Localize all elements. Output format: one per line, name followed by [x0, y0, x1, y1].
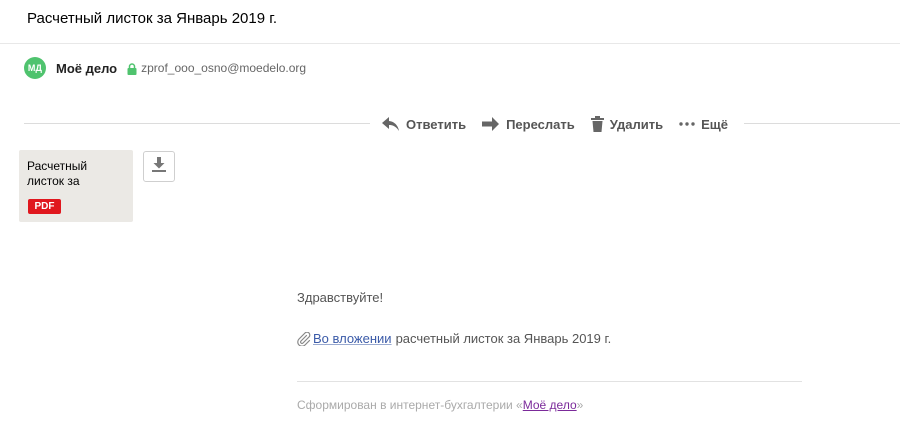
- sender-info: МД Моё дело zprof_ooo_osno@moedelo.org: [24, 57, 306, 79]
- attachment-name: Расчетный листок за: [27, 159, 88, 188]
- actions-divider-left: [24, 123, 370, 124]
- avatar[interactable]: МД: [24, 57, 46, 79]
- sender-name[interactable]: Моё дело: [56, 61, 117, 76]
- lock-icon: [127, 62, 137, 75]
- greeting-text: Здравствуйте!: [297, 290, 384, 305]
- forward-button[interactable]: Переслать: [482, 117, 575, 132]
- footer-text: Сформирован в интернет-бухгалтерии «Моё …: [297, 398, 583, 412]
- footer-suffix: »: [576, 398, 584, 412]
- actions-divider-right: [744, 123, 900, 124]
- more-button[interactable]: Ещё: [679, 117, 728, 132]
- download-button[interactable]: [143, 151, 175, 182]
- paperclip-icon: [297, 331, 311, 347]
- sender-email[interactable]: zprof_ooo_osno@moedelo.org: [141, 61, 306, 75]
- message-subject: Расчетный листок за Январь 2019 г.: [27, 10, 278, 27]
- reply-icon: [382, 117, 400, 131]
- footer-prefix: Сформирован в интернет-бухгалтерии «: [297, 398, 523, 412]
- attachment-line: Во вложении расчетный листок за Январь 2…: [297, 331, 612, 347]
- reply-label: Ответить: [406, 116, 467, 132]
- attachment-link[interactable]: Во вложении: [313, 331, 392, 346]
- pdf-badge: PDF: [28, 199, 61, 214]
- attachment-card[interactable]: Расчетный листок за PDF: [19, 150, 133, 222]
- reply-button[interactable]: Ответить: [382, 117, 466, 132]
- forward-arrow-icon: [482, 117, 500, 131]
- more-dots-icon: [679, 122, 695, 126]
- delete-button[interactable]: Удалить: [590, 116, 664, 132]
- footer-link[interactable]: Моё дело: [523, 398, 577, 412]
- message-header: Расчетный листок за Январь 2019 г.: [0, 0, 900, 44]
- trash-icon: [590, 116, 604, 132]
- attachment-description: расчетный листок за Январь 2019 г.: [395, 331, 612, 346]
- body-divider: [297, 381, 802, 382]
- message-actions: Ответить Переслать Удалить Ещё: [382, 114, 728, 134]
- delete-label: Удалить: [609, 116, 664, 132]
- more-label: Ещё: [701, 116, 728, 132]
- download-icon: [152, 156, 166, 177]
- forward-label: Переслать: [506, 116, 575, 132]
